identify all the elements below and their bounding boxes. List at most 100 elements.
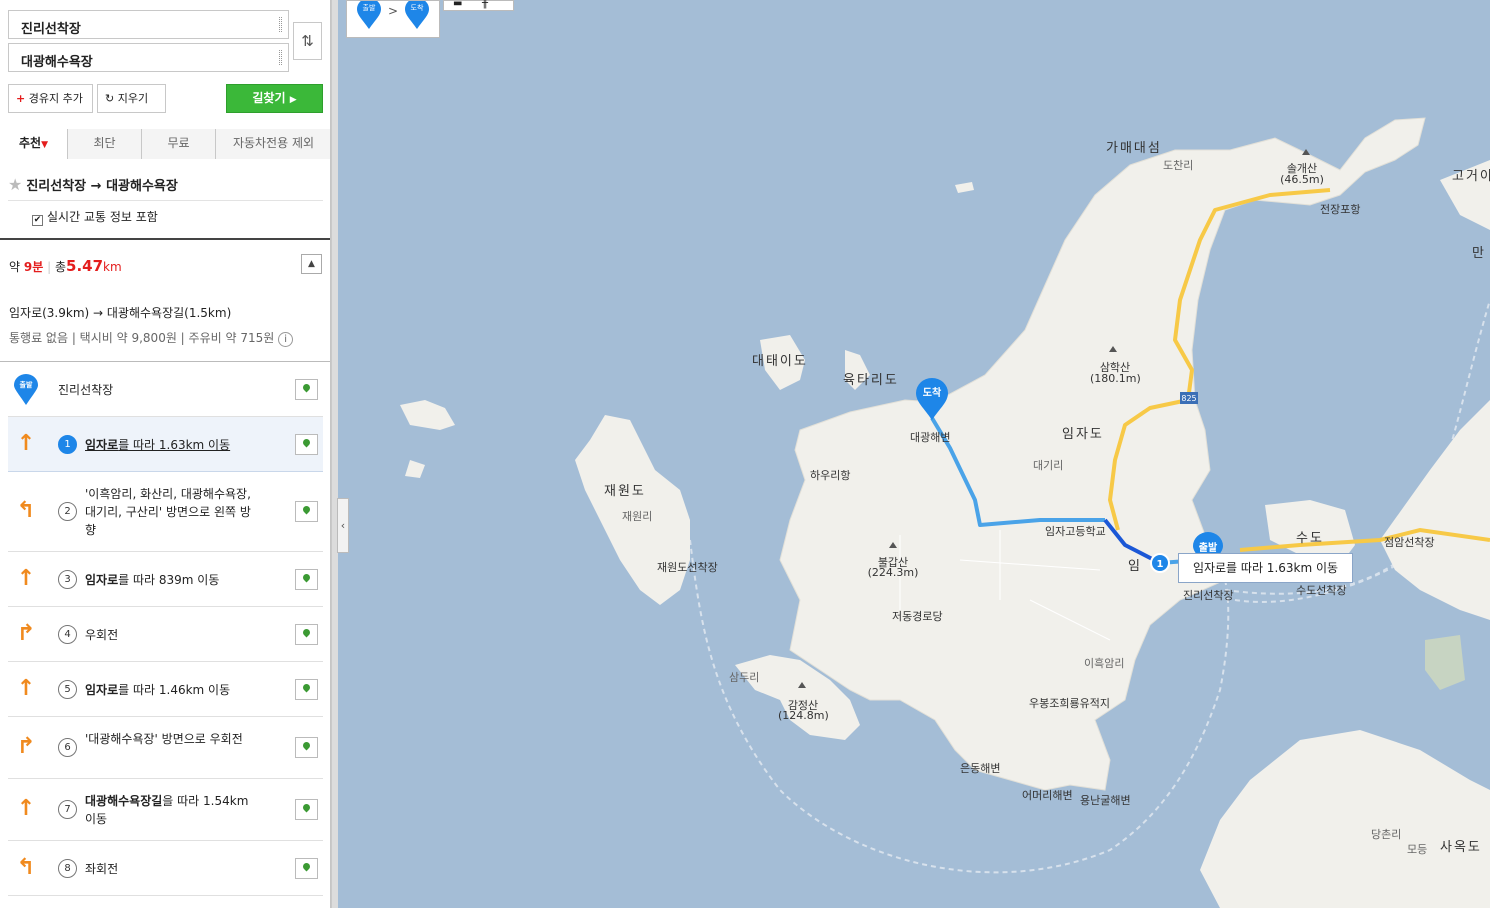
place-label: 임자고등학교: [1045, 525, 1106, 538]
map-pin-button[interactable]: [295, 737, 318, 758]
map-mode-buttons[interactable]: ▬ ╫: [443, 0, 514, 11]
destination-input[interactable]: 대광해수욕장: [8, 43, 289, 72]
road-name: 대광해수욕장길: [85, 794, 163, 808]
step-number: 5: [58, 680, 77, 699]
step-text: 진리선착장: [58, 383, 114, 397]
drag-handle-icon[interactable]: [279, 17, 282, 32]
step-tooltip: 임자로를 따라 1.63km 이동: [1178, 553, 1353, 583]
panel-toggle-button[interactable]: ‹: [337, 498, 349, 553]
svg-text:>: >: [388, 4, 398, 18]
place-label: 고거이: [1452, 169, 1490, 184]
route-summary: 약 9분 | 총5.47km: [9, 257, 122, 275]
place-label: 사옥도: [1440, 840, 1482, 855]
route-via: 임자로(3.9km) → 대광해수욕장길(1.5km): [9, 306, 232, 320]
tab-label: 추천: [18, 136, 42, 150]
step-1-marker[interactable]: 1: [1150, 553, 1170, 573]
info-icon[interactable]: i: [278, 332, 294, 347]
step-number: 3: [58, 570, 77, 589]
place-label: 이흑암리: [1084, 657, 1125, 670]
origin-value: 진리선착장: [21, 22, 81, 37]
place-label: 만: [1472, 246, 1486, 261]
step-3[interactable]: ↑ 3 임자로를 따라 839m 이동: [8, 552, 323, 607]
step-8[interactable]: ↰ 8 좌회전: [8, 841, 323, 896]
straight-arrow-icon: ↑: [16, 431, 36, 456]
right-turn-arrow-icon: ↱: [16, 734, 36, 759]
car-icon[interactable]: ▬: [453, 0, 462, 9]
tab-free[interactable]: 무료: [141, 129, 215, 159]
distance-prefix: 총: [54, 260, 67, 274]
step-7[interactable]: ↑ 7 대광해수욕장길을 따라 1.54km 이동: [8, 779, 323, 841]
panel-scrollbar[interactable]: [331, 0, 338, 908]
step-6[interactable]: ↱ 6 '대광해수욕장' 방면으로 우회전: [8, 717, 323, 779]
step-number: 8: [58, 859, 77, 878]
step-start[interactable]: 출발 진리선착장: [8, 362, 323, 417]
road-name: 임자로: [85, 573, 119, 587]
step-instruction: 를 따라 1.63km 이동: [118, 438, 231, 452]
clear-label: 지우기: [117, 92, 149, 105]
place-label: 대광해변: [910, 431, 951, 444]
step-2[interactable]: ↰ 2 '이흑암리, 화산리, 대광해수욕장, 대기리, 구산리' 방면으로 왼…: [8, 472, 323, 552]
collapse-button[interactable]: ▲: [301, 254, 322, 274]
place-label: 임자도: [1062, 427, 1104, 442]
map-pin-button[interactable]: [295, 569, 318, 590]
place-label: 수도: [1296, 531, 1324, 546]
divider: [0, 238, 330, 240]
tab-shortest[interactable]: 최단: [67, 129, 141, 159]
tab-label: 최단: [93, 136, 116, 150]
route-title-text: 진리선착장 → 대광해수욕장: [26, 179, 178, 194]
destination-value: 대광해수욕장: [21, 55, 93, 70]
place-label: 우봉조희룡유적지: [1029, 697, 1110, 710]
step-number: 1: [58, 435, 77, 454]
place-label: 재원도선착장: [657, 561, 718, 574]
route-title: ★ 진리선착장 → 대광해수욕장: [8, 175, 178, 194]
swap-button[interactable]: ⇅: [293, 22, 322, 60]
start-marker-icon: 출발: [14, 374, 38, 405]
add-waypoint-button[interactable]: + 경유지 추가: [8, 84, 93, 113]
map-pin-button[interactable]: [295, 679, 318, 700]
step-number: 4: [58, 625, 77, 644]
divider: [8, 200, 323, 201]
place-label: 전장포항: [1320, 203, 1361, 216]
map-canvas[interactable]: 825 도착 출발 1: [339, 0, 1490, 908]
step-1[interactable]: ↑ 1 임자로를 따라 1.63km 이동: [8, 417, 323, 472]
map-pin-button[interactable]: [295, 379, 318, 400]
tab-exclude-highway[interactable]: 자동차전용 제외: [215, 129, 330, 159]
step-4[interactable]: ↱ 4 우회전: [8, 607, 323, 662]
map-pin-button[interactable]: [295, 799, 318, 820]
step-5[interactable]: ↑ 5 임자로를 따라 1.46km 이동: [8, 662, 323, 717]
route-fees-text: 통행료 없음 | 택시비 약 9,800원 | 주유비 약 715원: [9, 331, 275, 345]
map-pin-button[interactable]: [295, 624, 318, 645]
place-label: 진리선착장: [1183, 589, 1234, 602]
place-label: (180.1m): [1090, 372, 1141, 385]
place-label: 당촌리: [1371, 828, 1402, 841]
time-prefix: 약: [9, 260, 21, 274]
straight-arrow-icon: ↑: [16, 676, 36, 701]
road-name: 임자로: [85, 438, 119, 452]
drag-handle-icon[interactable]: [279, 50, 282, 65]
travel-time: 9분: [23, 260, 44, 274]
origin-input[interactable]: 진리선착장: [8, 10, 289, 39]
caret-down-icon: ▼: [41, 140, 48, 150]
road-name: 임자로: [85, 683, 119, 697]
plus-icon: +: [16, 92, 26, 105]
map-pin-button[interactable]: [295, 434, 318, 455]
star-icon[interactable]: ★: [8, 175, 22, 194]
clear-button[interactable]: ↻ 지우기: [97, 84, 166, 113]
place-label: 임: [1128, 559, 1142, 574]
walk-icon[interactable]: ╫: [482, 0, 488, 9]
map-pin-button[interactable]: [295, 501, 318, 522]
right-turn-arrow-icon: ↱: [16, 621, 36, 646]
map-pin-button[interactable]: [295, 858, 318, 879]
realtime-traffic-checkbox[interactable]: ✔ 실시간 교통 정보 포함: [32, 208, 158, 226]
step-text: 임자로를 따라 1.63km 이동: [85, 436, 253, 454]
slight-left-arrow-icon: ↰: [16, 498, 36, 523]
add-waypoint-label: 경유지 추가: [28, 92, 83, 105]
place-label: 저동경로당: [892, 610, 943, 623]
step-text: '이흑암리, 화산리, 대광해수욕장, 대기리, 구산리' 방면으로 왼쪽 방향: [85, 487, 251, 537]
place-label: 은동해변: [960, 762, 1001, 775]
find-route-button[interactable]: 길찾기 ▶: [226, 84, 323, 113]
tab-recommended[interactable]: 추천▼: [0, 129, 67, 160]
checkbox-checked-icon[interactable]: ✔: [32, 215, 43, 226]
refresh-icon: ↻: [105, 92, 115, 105]
distance-unit: km: [103, 260, 122, 274]
